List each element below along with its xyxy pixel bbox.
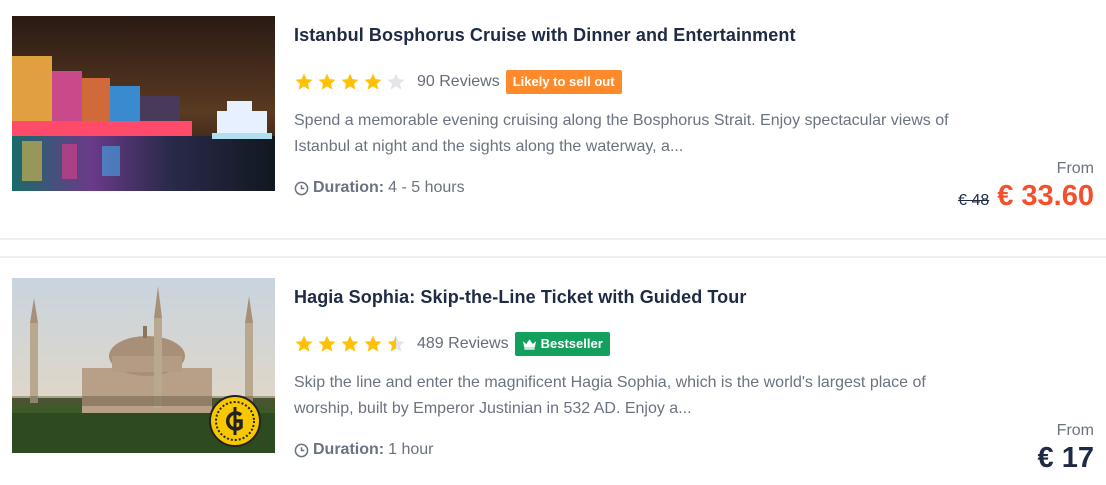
star-icon [364,73,382,90]
likely-to-sell-out-badge: Likely to sell out [505,70,622,94]
duration-value: 1 hour [388,441,434,458]
listing-image-bosphorus-cruise[interactable] [12,16,275,191]
listing-card-hagia-sophia[interactable]: Hagia Sophia: Skip-the-Line Ticket with … [0,262,1106,485]
listing-title[interactable]: Hagia Sophia: Skip-the-Line Ticket with … [294,287,746,308]
duration-value: 4 - 5 hours [388,179,465,196]
listing-title[interactable]: Istanbul Bosphorus Cruise with Dinner an… [294,25,796,46]
star-icon [295,335,313,352]
review-count[interactable]: 489 Reviews [417,335,509,353]
from-label: From [1056,422,1094,439]
original-price: € 48 [958,192,990,209]
price: € 17 [1037,442,1094,474]
review-count[interactable]: 90 Reviews [417,73,500,91]
card-divider [0,238,1106,258]
star-icon [387,73,405,90]
star-icon [341,73,359,90]
clock-icon [294,181,309,195]
listing-description: Spend a memorable evening cruising along… [294,112,949,155]
star-icon [341,335,359,352]
clock-icon [294,443,309,457]
star-icon [318,335,336,352]
listing-card-bosphorus-cruise[interactable]: Istanbul Bosphorus Cruise with Dinner an… [0,0,1106,238]
star-half-icon [387,335,405,352]
duration: Duration: 4 - 5 hours [294,179,465,197]
listing-description: Skip the line and enter the magnificent … [294,374,926,417]
star-rating [294,72,409,92]
crown-icon [522,339,536,350]
star-icon [318,73,336,90]
rating-row: 90 Reviews Likely to sell out [294,69,622,95]
star-rating [294,334,409,354]
star-icon [295,73,313,90]
price-box: From € 48 € 33.60 [958,160,1094,213]
listing-image-hagia-sophia[interactable] [12,278,275,453]
duration: Duration: 1 hour [294,441,433,459]
sale-price: € 33.60 [997,180,1094,212]
bestseller-badge: Bestseller [514,332,610,356]
guide-coin-icon [209,395,261,447]
price-box: From € 17 [1038,422,1094,475]
star-icon [364,335,382,352]
duration-label: Duration: [313,179,385,196]
rating-row: 489 Reviews Bestseller [294,331,610,357]
duration-label: Duration: [313,441,385,458]
from-label: From [1056,160,1094,177]
